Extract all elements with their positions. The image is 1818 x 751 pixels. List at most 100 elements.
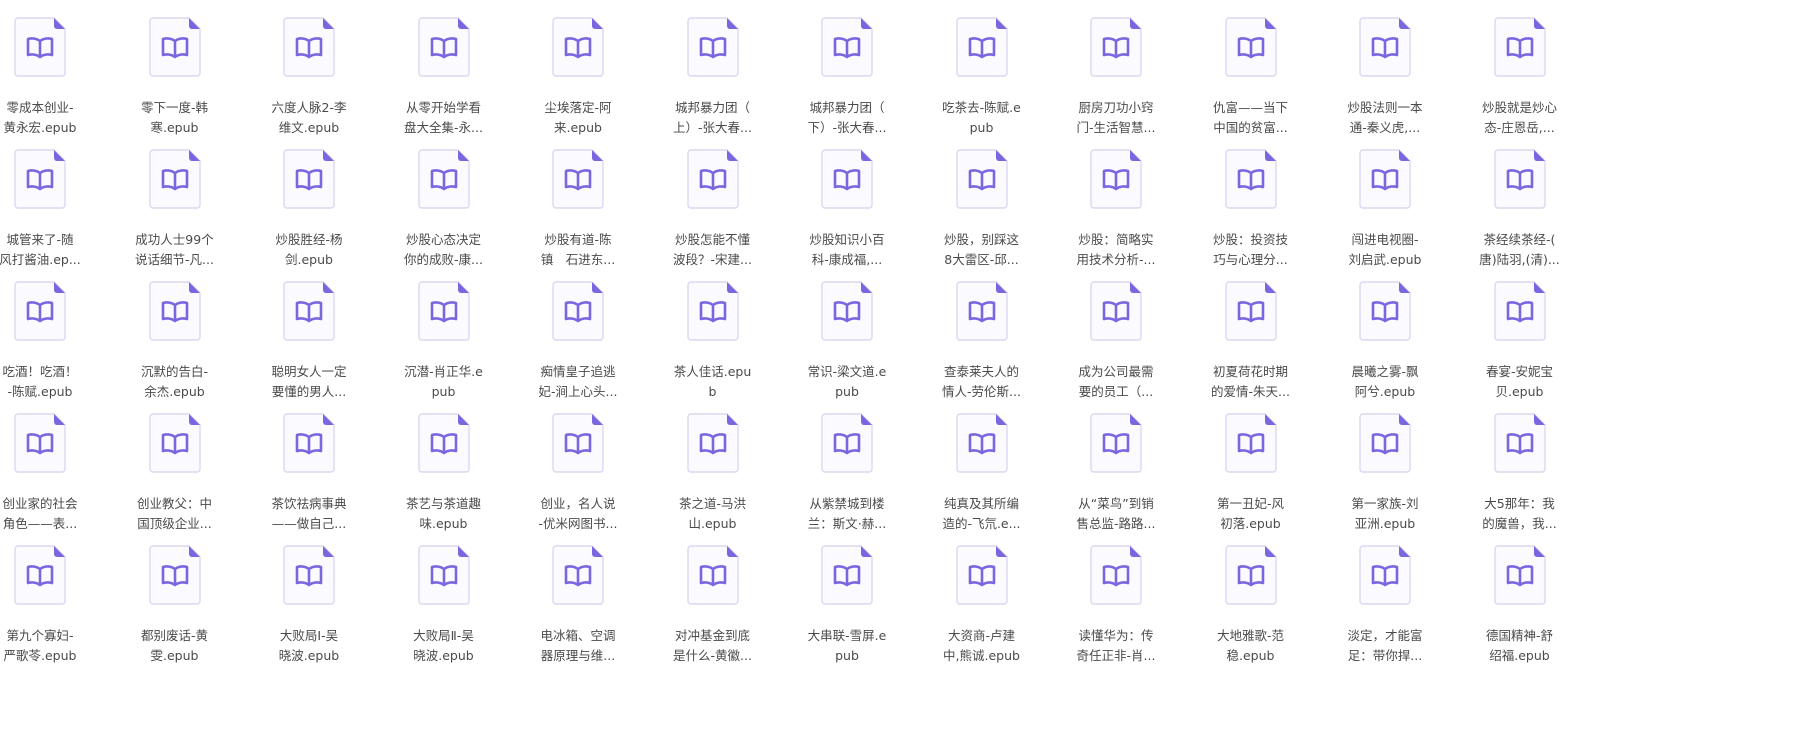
- file-name-line-1: 德国精神-舒: [1485, 628, 1553, 643]
- file-item[interactable]: 茶之道-马洪 山.epub: [648, 396, 778, 544]
- file-item[interactable]: 炒股有道-陈镇 石进东...: [513, 132, 643, 280]
- book-file-icon: [686, 148, 740, 210]
- file-item[interactable]: 电冰箱、空调 器原理与维...: [513, 528, 643, 676]
- file-item[interactable]: 读懂华为：传 奇任正非-肖...: [1051, 528, 1181, 676]
- file-item[interactable]: 茶艺与茶道趣 味.epub: [379, 396, 509, 544]
- file-name-line-1: 炒股怎能不懂: [674, 232, 750, 247]
- file-item[interactable]: 炒股：简略实 用技术分析-...: [1051, 132, 1181, 280]
- file-item[interactable]: 成功人士99个 说话细节-凡...: [110, 132, 240, 280]
- file-item[interactable]: 茶经续茶经-(唐)陆羽,(清)...: [1455, 132, 1585, 280]
- file-item[interactable]: 第一丑妃-风 初落.epub: [1186, 396, 1316, 544]
- file-name: 电冰箱、空调 器原理与维...: [513, 626, 643, 666]
- file-item[interactable]: 炒股，别踩这 8大雷区-邱...: [917, 132, 1047, 280]
- book-file-icon: [1089, 16, 1143, 78]
- file-name-line-1: 茶艺与茶道趣: [405, 496, 481, 511]
- file-item[interactable]: 沉默的告白- 余杰.epub: [110, 264, 240, 412]
- file-item[interactable]: 创业，名人说 -优米网图书...: [513, 396, 643, 544]
- file-item[interactable]: 大地雅歌-范 稳.epub: [1186, 528, 1316, 676]
- file-item[interactable]: 吃茶去-陈赋.e pub: [917, 0, 1047, 148]
- file-item[interactable]: 查泰莱夫人的 情人-劳伦斯...: [917, 264, 1047, 412]
- book-file-icon: [551, 148, 605, 210]
- file-name-line-1: 常识-梁文道.e: [807, 364, 887, 379]
- file-name-line-1: 沉潜-肖正华.e: [404, 364, 483, 379]
- file-item[interactable]: 晨曦之雾-飘 阿兮.epub: [1320, 264, 1450, 412]
- file-item[interactable]: 初夏荷花时期 的爱情-朱天...: [1186, 264, 1316, 412]
- file-name-line-2: 是什么-黄徽...: [673, 648, 752, 663]
- file-item[interactable]: 常识-梁文道.e pub: [782, 264, 912, 412]
- file-name-line-1: 城管来了-随: [6, 232, 74, 247]
- book-file-icon: [955, 412, 1009, 474]
- file-name-line-1: 炒股胜经-杨: [275, 232, 343, 247]
- file-name-line-1: 茶饮祛病事典: [271, 496, 347, 511]
- book-file-icon: [148, 148, 202, 210]
- file-item[interactable]: 城邦暴力团（ 上）-张大春...: [648, 0, 778, 148]
- file-name-line-1: 炒股：简略实: [1078, 232, 1154, 247]
- file-item[interactable]: 零下一度-韩 寒.epub: [110, 0, 240, 148]
- book-file-icon: [820, 280, 874, 342]
- book-file-icon: [13, 16, 67, 78]
- file-item[interactable]: 对冲基金到底 是什么-黄徽...: [648, 528, 778, 676]
- file-name: 读懂华为：传 奇任正非-肖...: [1051, 626, 1181, 666]
- file-item[interactable]: 创业教父：中 国顶级企业...: [110, 396, 240, 544]
- file-item[interactable]: 炒股知识小百 科-康成福,...: [782, 132, 912, 280]
- file-item[interactable]: 炒股：投资技 巧与心理分...: [1186, 132, 1316, 280]
- book-file-icon: [13, 280, 67, 342]
- file-name-line-1: 炒股法则一本: [1347, 100, 1423, 115]
- file-name-line-1: 创业教父：中: [136, 496, 212, 511]
- file-item[interactable]: 创业家的社会 角色——表...: [0, 396, 105, 544]
- file-item[interactable]: 大败局Ⅰ-吴 晓波.epub: [244, 528, 374, 676]
- file-item[interactable]: 吃酒！吃酒！ -陈赋.epub: [0, 264, 105, 412]
- file-item[interactable]: 大败局Ⅱ-吴 晓波.epub: [379, 528, 509, 676]
- book-file-icon: [686, 544, 740, 606]
- file-name-line-1: 炒股：投资技: [1212, 232, 1288, 247]
- file-item[interactable]: 第一家族-刘 亚洲.epub: [1320, 396, 1450, 544]
- file-item[interactable]: 沉潜-肖正华.e pub: [379, 264, 509, 412]
- file-item[interactable]: 从零开始学看 盘大全集-永...: [379, 0, 509, 148]
- file-item[interactable]: 炒股法则一本 通-秦义虎,...: [1320, 0, 1450, 148]
- file-item[interactable]: 仇富——当下 中国的贫富...: [1186, 0, 1316, 148]
- file-name-line-2: 雯.epub: [150, 648, 199, 663]
- file-name-line-2: 晓波.epub: [413, 648, 474, 663]
- file-item[interactable]: 大5那年：我 的魔兽，我...: [1455, 396, 1585, 544]
- file-item[interactable]: 德国精神-舒 绍福.epub: [1455, 528, 1585, 676]
- file-item[interactable]: 第九个寡妇- 严歌苓.epub: [0, 528, 105, 676]
- file-item[interactable]: 茶饮祛病事典 ——做自己...: [244, 396, 374, 544]
- file-name-line-1: 大败局Ⅱ-吴: [413, 628, 474, 643]
- file-item[interactable]: 零成本创业- 黄永宏.epub: [0, 0, 105, 148]
- file-item[interactable]: 炒股心态决定 你的成败-康...: [379, 132, 509, 280]
- file-item[interactable]: 城管来了-随 风打酱油.ep...: [0, 132, 105, 280]
- file-item[interactable]: 痴情皇子追逃 妃-涧上心头...: [513, 264, 643, 412]
- file-item[interactable]: 城邦暴力团（ 下）-张大春...: [782, 0, 912, 148]
- file-item[interactable]: 厨房刀功小窍 门-生活智慧...: [1051, 0, 1181, 148]
- file-item[interactable]: 茶人佳话.epu b: [648, 264, 778, 412]
- file-item[interactable]: 炒股胜经-杨 剑.epub: [244, 132, 374, 280]
- file-item[interactable]: 从紫禁城到楼 兰：斯文·赫...: [782, 396, 912, 544]
- file-item[interactable]: 成为公司最需 要的员工（...: [1051, 264, 1181, 412]
- book-file-icon: [955, 280, 1009, 342]
- file-name-line-1: 电冰箱、空调: [540, 628, 616, 643]
- file-item[interactable]: 闯进电视圈- 刘启武.epub: [1320, 132, 1450, 280]
- book-file-icon: [686, 280, 740, 342]
- file-name: 大败局Ⅱ-吴 晓波.epub: [379, 626, 509, 666]
- file-name-line-1: 晨曦之雾-飘: [1351, 364, 1419, 379]
- file-item[interactable]: 都别废话-黄 雯.epub: [110, 528, 240, 676]
- file-item[interactable]: 春宴-安妮宝 贝.epub: [1455, 264, 1585, 412]
- file-item[interactable]: 聪明女人一定 要懂的男人...: [244, 264, 374, 412]
- file-item[interactable]: 大串联-雪屏.e pub: [782, 528, 912, 676]
- book-file-icon: [551, 412, 605, 474]
- file-item[interactable]: 炒股就是炒心 态-庄恩岳,...: [1455, 0, 1585, 148]
- book-file-icon: [417, 148, 471, 210]
- file-name-line-1: 闯进电视圈-: [1351, 232, 1419, 247]
- file-name-line-1: 对冲基金到底: [674, 628, 750, 643]
- book-file-icon: [282, 280, 336, 342]
- book-file-icon: [1089, 412, 1143, 474]
- file-item[interactable]: 六度人脉2-李 维文.epub: [244, 0, 374, 148]
- file-item[interactable]: 炒股怎能不懂 波段？-宋建...: [648, 132, 778, 280]
- book-file-icon: [417, 16, 471, 78]
- book-file-icon: [282, 412, 336, 474]
- file-item[interactable]: 从“菜鸟”到销 售总监-路路...: [1051, 396, 1181, 544]
- file-item[interactable]: 大资商-卢建 中,熊诚.epub: [917, 528, 1047, 676]
- file-item[interactable]: 纯真及其所编 造的-飞氘.e...: [917, 396, 1047, 544]
- file-item[interactable]: 尘埃落定-阿 来.epub: [513, 0, 643, 148]
- file-item[interactable]: 淡定，才能富 足：带你捍...: [1320, 528, 1450, 676]
